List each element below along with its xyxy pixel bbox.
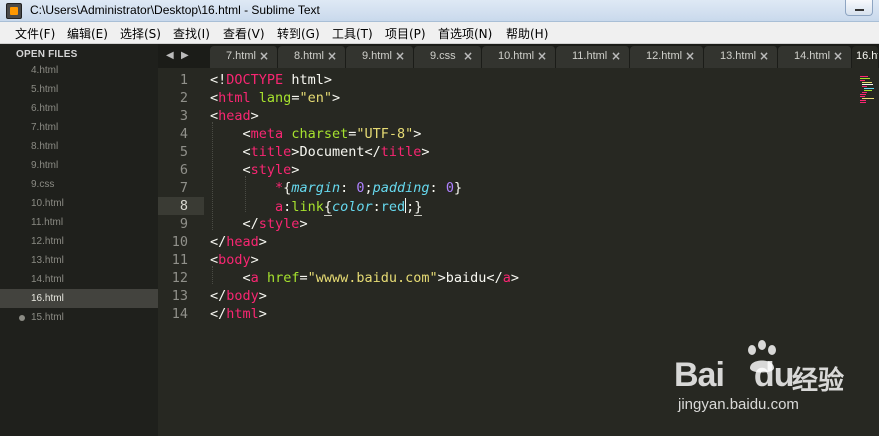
sidebar-file-unsaved[interactable]: 15.html bbox=[0, 308, 158, 327]
tab-label: 7.html bbox=[226, 50, 256, 62]
sidebar-file[interactable]: 4.html bbox=[0, 61, 158, 80]
line-number: 1 bbox=[179, 72, 188, 88]
line-number: 14 bbox=[171, 306, 188, 322]
menu-view[interactable]: 查看(V) bbox=[223, 25, 265, 42]
code-line[interactable]: <head> bbox=[210, 108, 259, 124]
code-line[interactable]: <html lang="en"> bbox=[210, 90, 340, 106]
tab[interactable]: 14.html × bbox=[778, 46, 852, 68]
tab-label: 16.html bbox=[856, 50, 878, 62]
sidebar-file[interactable]: 8.html bbox=[0, 137, 158, 156]
menu-find[interactable]: 查找(I) bbox=[173, 25, 210, 42]
tab-label: 11.html bbox=[572, 50, 608, 62]
baidu-jingyan-watermark: Bai du 经验 jingyan.baidu.com bbox=[674, 338, 874, 428]
menu-file[interactable]: 文件(F) bbox=[15, 25, 55, 42]
code-line[interactable]: <a href="wwww.baidu.com">baidu</a> bbox=[210, 270, 519, 286]
code-line[interactable]: <meta charset="UTF-8"> bbox=[210, 126, 422, 142]
tab[interactable]: 9.css × bbox=[414, 46, 482, 68]
menu-tools[interactable]: 工具(T) bbox=[332, 25, 373, 42]
line-number: 13 bbox=[171, 288, 188, 304]
close-icon[interactable]: × bbox=[685, 49, 695, 63]
window-title: C:\Users\Administrator\Desktop\16.html -… bbox=[30, 3, 320, 17]
tab-label: 13.html bbox=[720, 50, 757, 62]
line-number: 4 bbox=[179, 126, 188, 142]
tab-label: 9.css bbox=[430, 50, 456, 62]
close-icon[interactable]: × bbox=[463, 49, 473, 63]
line-number: 3 bbox=[179, 108, 188, 124]
tab-label: 12.html bbox=[646, 50, 683, 62]
sidebar-file[interactable]: 11.html bbox=[0, 213, 158, 232]
line-number: 12 bbox=[171, 270, 188, 286]
menu-bar: 文件(F) 编辑(E) 选择(S) 查找(I) 查看(V) 转到(G) 工具(T… bbox=[0, 22, 879, 44]
line-number: 10 bbox=[171, 234, 188, 250]
tab-label: 9.html bbox=[362, 50, 392, 62]
line-number: 11 bbox=[171, 252, 188, 268]
code-line[interactable]: </head> bbox=[210, 234, 267, 250]
line-number: 5 bbox=[179, 144, 188, 160]
close-icon[interactable]: × bbox=[327, 49, 337, 63]
tab[interactable]: 9.html × bbox=[346, 46, 414, 68]
watermark-brand: 经验 bbox=[792, 366, 845, 396]
menu-preferences[interactable]: 首选项(N) bbox=[438, 25, 492, 42]
tab[interactable]: 10.html × bbox=[482, 46, 556, 68]
line-number-current: 8 bbox=[179, 198, 188, 214]
close-icon[interactable]: × bbox=[833, 49, 843, 63]
menu-project[interactable]: 项目(P) bbox=[385, 25, 426, 42]
code-line[interactable]: </html> bbox=[210, 306, 267, 322]
line-number: 7 bbox=[179, 180, 188, 196]
sidebar-file[interactable]: 5.html bbox=[0, 80, 158, 99]
sidebar-file[interactable]: 12.html bbox=[0, 232, 158, 251]
menu-help[interactable]: 帮助(H) bbox=[506, 25, 548, 42]
tab[interactable]: 13.html × bbox=[704, 46, 778, 68]
line-number: 2 bbox=[179, 90, 188, 106]
paw-icon bbox=[748, 340, 776, 373]
tab[interactable]: 11.html × bbox=[556, 46, 630, 68]
sublime-text-icon bbox=[6, 3, 22, 19]
minimap[interactable] bbox=[860, 76, 874, 104]
code-line[interactable]: <!DOCTYPE html> bbox=[210, 72, 332, 88]
minimize-button[interactable] bbox=[845, 0, 873, 16]
code-line[interactable]: *{margin: 0;padding: 0} bbox=[210, 180, 462, 196]
code-line[interactable]: <body> bbox=[210, 252, 259, 268]
code-line-current[interactable]: a:link{color:red;} bbox=[210, 198, 423, 216]
tab[interactable]: 12.html × bbox=[630, 46, 704, 68]
code-line[interactable]: <title>Document</title> bbox=[210, 144, 430, 160]
sidebar-file[interactable]: 6.html bbox=[0, 99, 158, 118]
line-number: 9 bbox=[179, 216, 188, 232]
tab-scroll-right-icon[interactable]: ▶ bbox=[181, 50, 189, 61]
unsaved-dot-icon bbox=[19, 315, 25, 321]
menu-goto[interactable]: 转到(G) bbox=[277, 25, 320, 42]
tab[interactable]: 8.html × bbox=[278, 46, 346, 68]
sidebar-file[interactable]: 9.html bbox=[0, 156, 158, 175]
sidebar-file[interactable]: 14.html bbox=[0, 270, 158, 289]
sidebar-file[interactable]: 7.html bbox=[0, 118, 158, 137]
tab-bar: ◀ ▶ 7.html × 8.html × 9.html × 9.css × 1… bbox=[158, 44, 879, 68]
watermark-url: jingyan.baidu.com bbox=[678, 396, 799, 413]
sidebar: OPEN FILES 4.html 5.html 6.html 7.html 8… bbox=[0, 44, 158, 436]
sidebar-file[interactable]: 13.html bbox=[0, 251, 158, 270]
title-bar: C:\Users\Administrator\Desktop\16.html -… bbox=[0, 0, 879, 22]
menu-edit[interactable]: 编辑(E) bbox=[67, 25, 108, 42]
close-icon[interactable]: × bbox=[611, 49, 621, 63]
tab-label: 10.html bbox=[498, 50, 535, 62]
sidebar-file[interactable]: 9.css bbox=[0, 175, 158, 194]
close-icon[interactable]: × bbox=[259, 49, 269, 63]
menu-selection[interactable]: 选择(S) bbox=[120, 25, 161, 42]
tab-label: 8.html bbox=[294, 50, 324, 62]
code-line[interactable]: </body> bbox=[210, 288, 267, 304]
line-number: 6 bbox=[179, 162, 188, 178]
code-line[interactable]: <style> bbox=[210, 162, 300, 178]
close-icon[interactable]: × bbox=[537, 49, 547, 63]
close-icon[interactable]: × bbox=[395, 49, 405, 63]
code-line[interactable]: </style> bbox=[210, 216, 308, 232]
sidebar-file-active[interactable]: 16.html bbox=[0, 289, 158, 308]
open-files-header: OPEN FILES bbox=[16, 49, 78, 60]
tab-scroll-left-icon[interactable]: ◀ bbox=[166, 50, 174, 61]
sidebar-file-label: 15.html bbox=[31, 312, 64, 323]
close-icon[interactable]: × bbox=[759, 49, 769, 63]
tab-label: 14.html bbox=[794, 50, 831, 62]
tab[interactable]: 7.html × bbox=[210, 46, 278, 68]
tab-active[interactable]: 16.html bbox=[852, 46, 879, 68]
sidebar-file[interactable]: 10.html bbox=[0, 194, 158, 213]
